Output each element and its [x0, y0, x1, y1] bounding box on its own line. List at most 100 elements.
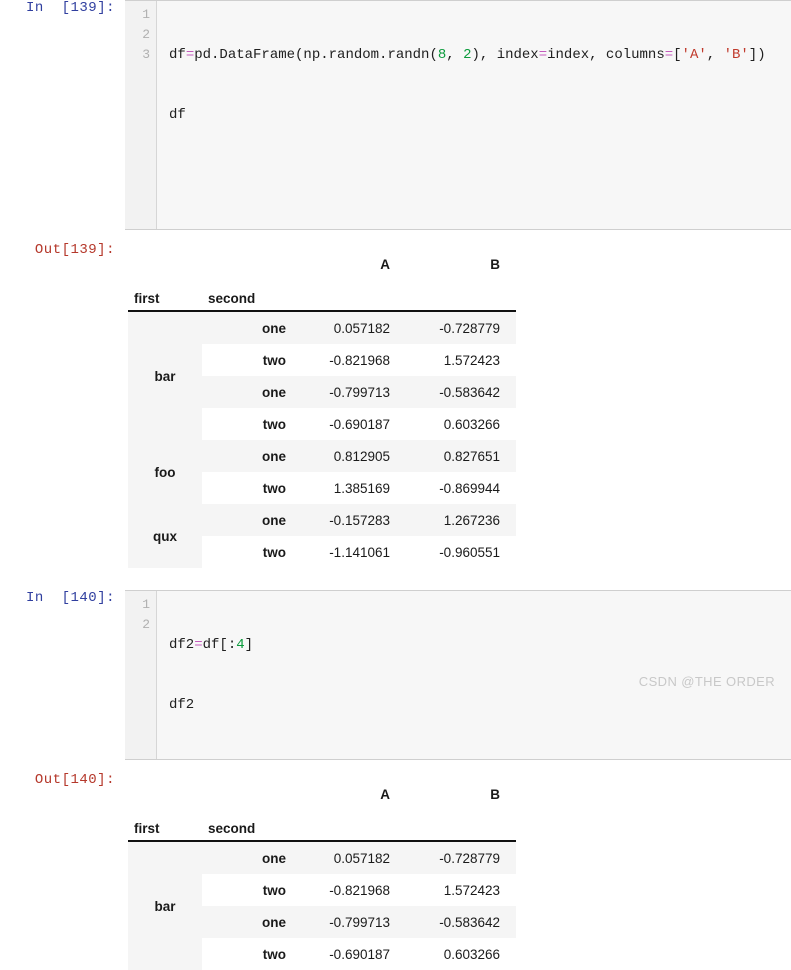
dataframe-container-1: A B first second bar one 0.057182 -0.728… [125, 242, 791, 568]
value-cell-A: -0.821968 [296, 344, 406, 376]
code-line-1: df2=df[:4] [169, 635, 791, 655]
output-prompt-2: Out[140]: [34, 772, 115, 788]
code-editor-1[interactable]: 1 2 3 df=pd.DataFrame(np.random.randn(8,… [125, 0, 791, 230]
table-row: foo one 0.812905 0.827651 [128, 440, 516, 504]
value-cell-A: -0.799713 [296, 906, 406, 938]
table-row: bar one 0.057182 -0.728779 [128, 311, 516, 440]
value-cell-A: 1.385169 [296, 472, 406, 504]
value-cell-A: -0.690187 [296, 938, 406, 970]
value-cell-B: 0.603266 [406, 938, 516, 970]
column-header-A: A [380, 787, 390, 802]
line-number: 2 [142, 27, 150, 42]
table-row: qux one -0.157283 1.267236 [128, 504, 516, 568]
code-token-kwarg: index, columns [547, 47, 665, 63]
code-token-bracket: ] [244, 637, 254, 653]
index-cell-second: two [202, 536, 296, 568]
line-number: 3 [142, 47, 150, 62]
index-cell-first: foo [128, 440, 202, 504]
index-cell-second: one [202, 311, 296, 344]
code-token-bracket: ]) [748, 47, 766, 63]
value-cell-A: -0.799713 [296, 376, 406, 408]
notebook-cell-1-input: In [139]: 1 2 3 df=pd.DataFrame(np.rando… [0, 0, 791, 230]
column-header-B: B [490, 257, 500, 272]
dataframe-head-2: A B first second [128, 772, 516, 842]
index-cell-second: two [202, 344, 296, 376]
value-cell-B: 1.572423 [406, 874, 516, 906]
code-token-call: pd.DataFrame(np.random.randn( [194, 47, 438, 63]
header-blank-first [128, 772, 202, 804]
dataframe-head-1: A B first second [128, 242, 516, 312]
dataframe-index-name-row: first second [128, 274, 516, 312]
index-cell-first: qux [128, 504, 202, 568]
index-cell-second: one [202, 841, 296, 874]
code-token-string: 'A' [681, 47, 707, 63]
input-prompt-1: In [139]: [25, 0, 115, 16]
index-cell-second: two [202, 938, 296, 970]
index-name-first: first [128, 804, 202, 842]
code-token-operator: = [194, 637, 203, 653]
value-cell-B: -0.728779 [406, 311, 516, 344]
code-token-identifier: df2 [169, 637, 195, 653]
value-cell-B: -0.583642 [406, 376, 516, 408]
value-cell-B: -0.869944 [406, 472, 516, 504]
line-number-gutter-2: 1 2 [125, 591, 157, 759]
notebook-cell-1-output: Out[139]: A B first second bar one 0.057… [0, 242, 791, 568]
line-number: 1 [142, 597, 150, 612]
code-token-identifier: df [169, 47, 186, 63]
code-line-2: df2 [169, 697, 195, 713]
dataframe-column-header-row: A B [128, 242, 516, 274]
value-cell-B: 1.572423 [406, 344, 516, 376]
value-cell-B: 1.267236 [406, 504, 516, 536]
header-blank-second [202, 772, 296, 804]
dataframe-container-2: A B first second bar one 0.057182 -0.728… [125, 772, 791, 970]
value-cell-B: -0.583642 [406, 906, 516, 938]
code-token-slice: df[: [202, 637, 237, 653]
watermark: CSDN @THE ORDER [638, 674, 775, 689]
dataframe-body-1: bar one 0.057182 -0.728779 two -0.821968… [128, 311, 516, 568]
value-cell-A: -0.821968 [296, 874, 406, 906]
value-cell-A: 0.057182 [296, 311, 406, 344]
code-token-number: 4 [236, 637, 245, 653]
value-cell-A: -0.690187 [296, 408, 406, 440]
dataframe-table-2: A B first second bar one 0.057182 -0.728… [128, 772, 516, 970]
index-row-blank-A [296, 804, 406, 842]
index-cell-second: one [202, 906, 296, 938]
index-row-blank-A [296, 274, 406, 312]
code-token-operator: = [185, 47, 195, 63]
code-token-kwarg: ), index [471, 47, 539, 63]
column-header-B: B [490, 787, 500, 802]
dataframe-body-2: bar one 0.057182 -0.728779 two -0.821968… [128, 841, 516, 970]
header-blank-first [128, 242, 202, 274]
index-cell-first: bar [128, 841, 202, 970]
output-prompt-1: Out[139]: [34, 242, 115, 258]
index-cell-second: one [202, 504, 296, 536]
code-text-1[interactable]: df=pd.DataFrame(np.random.randn(8, 2), i… [157, 1, 791, 229]
code-token-bracket: [ [673, 47, 682, 63]
code-token-operator: = [664, 47, 674, 63]
code-line-2: df [169, 107, 186, 123]
value-cell-B: -0.728779 [406, 841, 516, 874]
value-cell-A: -0.157283 [296, 504, 406, 536]
notebook-cell-2-output: Out[140]: A B first second bar one 0.057… [0, 772, 791, 970]
line-number: 2 [142, 617, 150, 632]
column-header-A: A [380, 257, 390, 272]
value-cell-A: 0.812905 [296, 440, 406, 472]
index-cell-second: one [202, 376, 296, 408]
index-cell-second: two [202, 408, 296, 440]
index-name-second: second [202, 274, 296, 312]
line-number: 1 [142, 7, 150, 22]
code-token-string: 'B' [723, 47, 749, 63]
line-number-gutter-1: 1 2 3 [125, 1, 157, 229]
index-name-first: first [128, 274, 202, 312]
index-cell-second: two [202, 874, 296, 906]
code-token-comma: , [706, 47, 724, 63]
input-prompt-2: In [140]: [25, 590, 115, 606]
value-cell-A: -1.141061 [296, 536, 406, 568]
index-row-blank-B [406, 274, 516, 312]
index-row-blank-B [406, 804, 516, 842]
index-cell-first: bar [128, 311, 202, 440]
